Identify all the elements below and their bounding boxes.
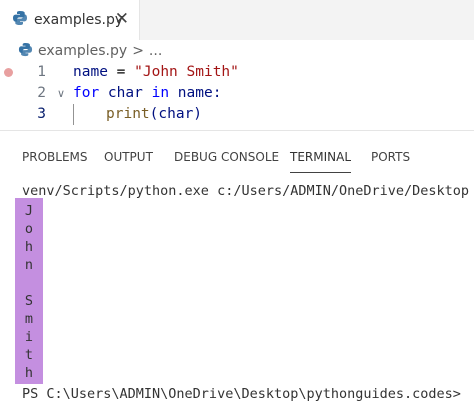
close-icon[interactable]: ✕ [115, 9, 129, 29]
tab-output[interactable]: OUTPUT [104, 143, 153, 173]
breakpoint-icon[interactable] [4, 68, 13, 77]
chevron-right-icon: > [132, 43, 144, 59]
code-text: print(char) [106, 106, 203, 122]
code-line-1: 1 name = "John Smith" [0, 62, 474, 83]
output-char: i [24, 329, 34, 345]
tab-terminal[interactable]: TERMINAL [290, 143, 352, 173]
tab-examples-py[interactable]: examples.py ✕ [0, 0, 140, 40]
output-char: o [24, 221, 34, 237]
output-char: h [24, 365, 34, 381]
output-char: n [24, 257, 34, 273]
fold-chevron-icon[interactable]: ∨ [57, 83, 65, 104]
tab-problems[interactable]: PROBLEMS [22, 143, 88, 173]
python-file-icon [18, 42, 33, 61]
tab-label: examples.py [34, 12, 124, 28]
line-number: 2 [37, 85, 46, 101]
breadcrumb-file[interactable]: examples.py [38, 43, 127, 59]
code-editor[interactable]: 1 name = "John Smith" 2 ∨ for char in na… [0, 62, 474, 128]
python-file-icon [12, 10, 28, 30]
panel-divider[interactable] [0, 130, 474, 131]
tab-debug-console[interactable]: DEBUG CONSOLE [174, 143, 279, 173]
code-line-2: 2 ∨ for char in name: [0, 83, 474, 104]
code-text: name = "John Smith" [73, 64, 239, 80]
editor-tab-bar: examples.py ✕ [0, 0, 474, 40]
indent-guide [73, 104, 74, 125]
output-char: m [24, 311, 34, 327]
terminal-prompt: PS C:\Users\ADMIN\OneDrive\Desktop\pytho… [22, 386, 461, 402]
line-number: 3 [37, 106, 46, 122]
terminal-output[interactable]: venv/Scripts/python.exe c:/Users/ADMIN/O… [0, 180, 474, 405]
output-char: S [24, 293, 34, 309]
line-number: 1 [37, 64, 46, 80]
output-char: h [24, 239, 34, 255]
breadcrumb: examples.py > ... [18, 40, 162, 62]
output-char: J [24, 203, 34, 219]
code-line-3: 3 print(char) [0, 104, 474, 125]
panel-tab-bar: PROBLEMS OUTPUT DEBUG CONSOLE TERMINAL P… [0, 143, 474, 173]
terminal-command: venv/Scripts/python.exe c:/Users/ADMIN/O… [22, 183, 470, 199]
breadcrumb-more[interactable]: ... [149, 43, 162, 59]
tab-ports[interactable]: PORTS [371, 143, 410, 173]
code-text: for char in name: [73, 85, 222, 101]
output-char: t [24, 347, 34, 363]
